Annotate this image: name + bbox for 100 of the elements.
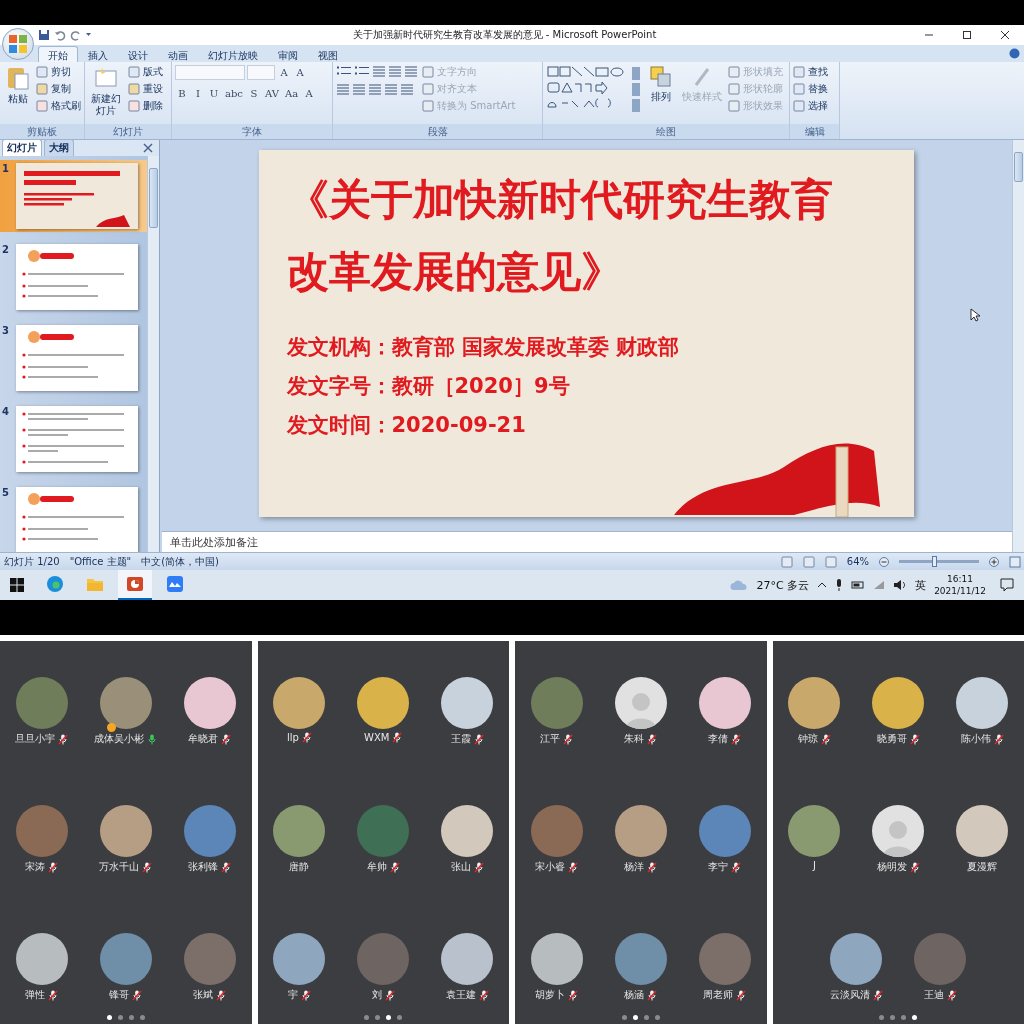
ribbon-button[interactable]: 重设 [128,82,163,96]
command-icon [36,100,48,112]
slide-thumbnail-row[interactable]: 2 [0,241,147,313]
browser-icon[interactable] [46,575,64,593]
font-size-field[interactable] [247,65,275,80]
slide-thumbnail[interactable] [16,325,138,391]
arrange-button[interactable]: 排列 [646,65,676,124]
photo-placeholder [357,933,410,985]
bullets-icon[interactable] [336,65,352,77]
slide-thumbnail[interactable] [16,244,138,310]
notes-field[interactable]: 单击此处添加备注 [162,531,1012,552]
meeting-app-icon[interactable] [166,575,184,593]
ribbon-tab[interactable]: 动画 [158,46,198,62]
close-icon[interactable] [143,143,153,153]
volume-icon[interactable] [893,579,908,591]
align-right-icon[interactable] [368,83,382,95]
numbering-icon[interactable] [354,65,370,77]
page-dot[interactable] [632,1015,638,1020]
presentation-app-icon[interactable] [126,575,144,593]
format-button[interactable]: Aa [282,86,301,101]
page-dot[interactable] [128,1015,134,1020]
clock[interactable]: 16:11 2021/11/12 [934,573,986,597]
line-spacing-icon[interactable] [404,65,418,77]
microphone-icon[interactable] [835,578,844,592]
ribbon-button[interactable]: 替换 [793,82,828,96]
slide-thumbnail[interactable] [16,487,138,553]
format-button[interactable]: AV [262,86,281,101]
help-icon[interactable] [1009,48,1020,59]
page-dot[interactable] [879,1015,885,1020]
photo-placeholder [530,805,583,857]
slide-thumbnail[interactable] [16,406,138,472]
page-dot[interactable] [654,1015,660,1020]
format-button[interactable]: A [302,86,317,101]
ribbon-tab[interactable]: 设计 [118,46,158,62]
page-dot[interactable] [621,1015,627,1020]
battery-icon[interactable] [851,580,866,590]
justify-icon[interactable] [384,83,398,95]
zoom-out-icon[interactable] [879,556,889,567]
photo-placeholder [788,805,841,857]
new-slide-button[interactable]: 新建幻灯片 [88,65,124,124]
page-dot[interactable] [890,1015,896,1020]
page-dot[interactable] [139,1015,145,1020]
save-icon[interactable] [38,29,50,41]
grow-font-button[interactable]: A [277,65,291,80]
ribbon-button[interactable]: 选择 [793,99,828,113]
page-dot[interactable] [386,1015,392,1020]
ribbon-button[interactable]: 查找 [793,65,828,79]
format-button[interactable]: I [191,86,205,101]
shrink-font-button[interactable]: A [293,65,307,80]
columns-icon[interactable] [400,83,414,95]
page-dot[interactable] [117,1015,123,1020]
page-dot[interactable] [397,1015,403,1020]
slide-thumbnail[interactable] [16,163,138,229]
scrollbar[interactable] [1012,140,1024,552]
ribbon-tab[interactable]: 开始 [38,46,78,62]
page-dot[interactable] [912,1015,918,1020]
format-button[interactable]: U [207,86,221,101]
shapes-gallery-drawing[interactable] [546,65,642,115]
ribbon-button[interactable]: 版式 [128,65,163,79]
format-button[interactable]: S [246,86,261,101]
start-icon[interactable] [10,578,24,592]
outdent-icon[interactable] [388,65,402,77]
page-dot[interactable] [106,1015,112,1020]
undo-icon[interactable] [54,29,66,41]
panel-tab[interactable]: 幻灯片 [2,139,42,156]
font-name-field[interactable] [175,65,245,80]
photo-placeholder [698,933,751,985]
page-dot[interactable] [901,1015,907,1020]
page-dot[interactable] [364,1015,370,1020]
slide-thumbnail-row[interactable]: 5 [0,484,147,556]
ribbon-tab[interactable]: 视图 [308,46,348,62]
chevron-up-icon[interactable] [817,581,828,589]
redo-icon[interactable] [70,29,82,41]
ribbon-button[interactable]: 格式刷 [36,99,81,113]
scrollbar[interactable] [147,156,159,552]
format-button[interactable]: abc [223,86,245,101]
notification-icon[interactable] [1000,578,1014,592]
slide-thumbnail-row[interactable]: 4 [0,403,147,475]
photo-placeholder [830,933,883,985]
ribbon-button[interactable]: 剪切 [36,65,81,79]
fit-window-icon[interactable] [1009,555,1021,568]
participant-name: 周老师 [703,988,734,1002]
paste-button[interactable]: 粘贴 [3,65,32,124]
wifi-icon[interactable] [873,580,886,590]
slide-thumbnail-row[interactable]: 1 [0,160,147,232]
align-center-icon[interactable] [352,83,366,95]
page-dot[interactable] [375,1015,381,1020]
panel-tab[interactable]: 大纲 [44,139,74,156]
zoom-in-icon[interactable] [989,556,999,567]
input-method-indicator[interactable]: 英 [915,577,927,593]
slide-thumbnail-row[interactable]: 3 [0,322,147,394]
slide-text: 发文时间：2020-09-21 [286,412,527,439]
format-button[interactable]: B [175,86,189,101]
page-dot[interactable] [643,1015,649,1020]
ribbon-tab[interactable]: 幻灯片放映 [198,46,268,62]
ribbon-button[interactable]: 复制 [36,82,81,96]
ribbon-button[interactable]: 删除 [128,99,163,113]
ribbon-tab[interactable]: 插入 [78,46,118,62]
align-left-icon[interactable] [336,83,350,95]
ribbon-tab[interactable]: 审阅 [268,46,308,62]
